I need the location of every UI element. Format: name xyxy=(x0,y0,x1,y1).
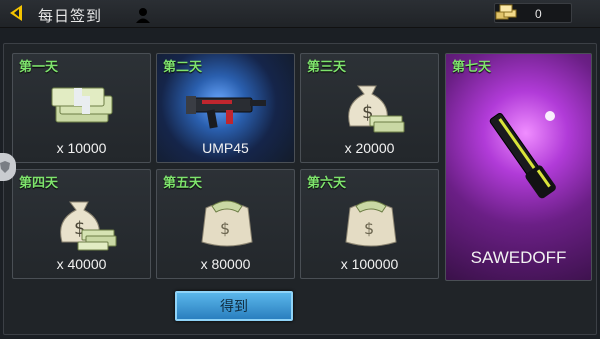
day-label: 第四天 xyxy=(19,175,59,190)
day-label: 第三天 xyxy=(307,59,347,74)
sawedoff-weapon-icon xyxy=(489,111,556,199)
reward-amount: x 80000 xyxy=(200,256,251,272)
daily-checkin-panel: 第一天 x 10000 第二天 UMP45 第三天 $ x 20000 第七天 … xyxy=(3,43,597,335)
page-title: 每日签到 xyxy=(38,8,103,25)
money-bag-icon: $ xyxy=(60,201,117,251)
reward-card-day-6[interactable]: 第六天 $ x 100000 xyxy=(300,169,439,279)
gold-bars-icon xyxy=(495,4,517,20)
reward-amount: x 100000 xyxy=(340,256,399,272)
money-bag-icon: $ xyxy=(348,85,405,133)
reward-card-day-7[interactable]: 第七天 SAWEDOFF xyxy=(445,53,592,281)
top-bar: 每日签到 0 xyxy=(0,0,600,28)
player-avatar-icon xyxy=(136,8,150,23)
day-label: 第七天 xyxy=(452,59,492,74)
claim-button[interactable]: 得到 xyxy=(175,291,293,321)
cash-stack-icon xyxy=(51,87,113,123)
money-sack-icon: $ xyxy=(201,200,253,247)
money-sack-icon: $ xyxy=(345,200,397,247)
svg-text:$: $ xyxy=(220,219,230,238)
reward-card-day-3[interactable]: 第三天 $ x 20000 xyxy=(300,53,439,163)
svg-text:$: $ xyxy=(364,219,374,238)
reward-amount: SAWEDOFF xyxy=(470,248,567,267)
currency-display: 0 xyxy=(494,3,572,23)
day-label: 第六天 xyxy=(307,175,347,190)
reward-amount: x 20000 xyxy=(344,140,395,156)
shield-icon xyxy=(0,161,10,173)
back-button[interactable] xyxy=(6,3,26,23)
reward-card-day-4[interactable]: 第四天 $ x 40000 xyxy=(12,169,151,279)
reward-amount: x 10000 xyxy=(56,140,107,156)
currency-amount: 0 xyxy=(535,7,542,21)
reward-card-day-1[interactable]: 第一天 x 10000 xyxy=(12,53,151,163)
reward-amount: x 40000 xyxy=(56,256,107,272)
back-arrow-icon xyxy=(10,5,22,21)
day-label: 第一天 xyxy=(19,59,59,74)
day-label: 第五天 xyxy=(163,175,203,190)
day-label: 第二天 xyxy=(163,59,203,74)
reward-card-day-2[interactable]: 第二天 UMP45 xyxy=(156,53,295,163)
ump45-weapon-icon xyxy=(186,96,266,129)
reward-amount: UMP45 xyxy=(202,140,249,156)
reward-card-day-5[interactable]: 第五天 $ x 80000 xyxy=(156,169,295,279)
